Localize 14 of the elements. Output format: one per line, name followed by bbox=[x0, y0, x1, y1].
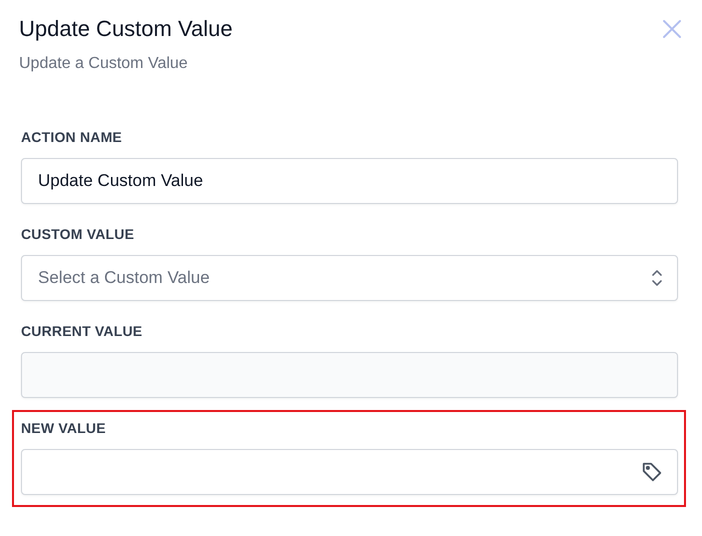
chevron-updown-icon bbox=[651, 269, 663, 287]
dialog-title: Update Custom Value bbox=[19, 16, 233, 42]
input-field[interactable] bbox=[21, 352, 678, 398]
select-field[interactable]: Select a Custom Value bbox=[21, 255, 678, 301]
field-label: CURRENT VALUE bbox=[21, 323, 144, 339]
input-field[interactable]: Update Custom Value bbox=[21, 158, 678, 204]
field-label: ACTION NAME bbox=[21, 129, 123, 145]
field-label: NEW VALUE bbox=[21, 420, 107, 436]
close-icon bbox=[662, 19, 682, 39]
dialog-subtitle: Update a Custom Value bbox=[19, 54, 189, 74]
input-field[interactable] bbox=[21, 449, 678, 495]
field-label: CUSTOM VALUE bbox=[21, 226, 136, 242]
close-button[interactable] bbox=[662, 19, 682, 39]
tag-icon bbox=[641, 461, 663, 483]
